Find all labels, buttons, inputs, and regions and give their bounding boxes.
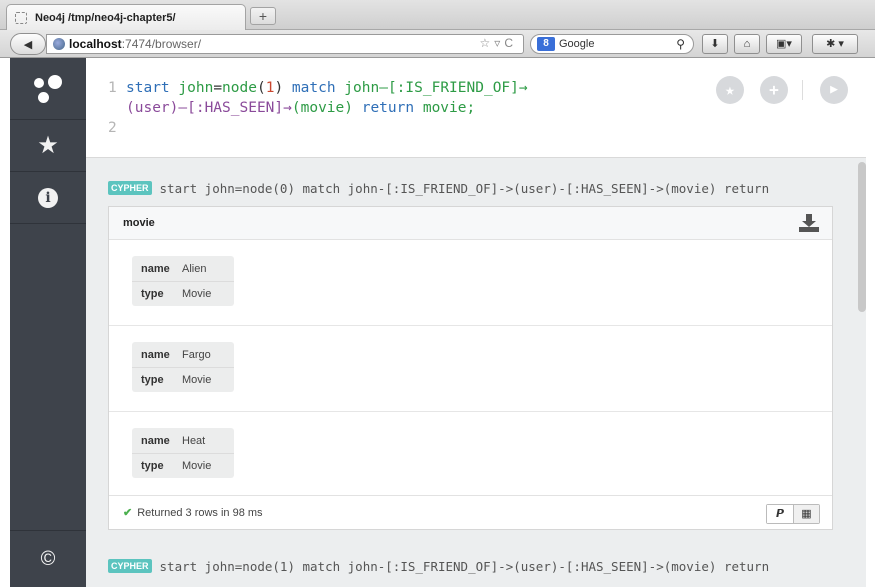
table-row: name Heat type Movie xyxy=(109,412,832,497)
globe-icon xyxy=(53,38,65,50)
browser-tab-bar: Neo4j /tmp/neo4j-chapter5/ + xyxy=(0,0,875,30)
addon-menu-button[interactable]: ✱ ▾ xyxy=(812,34,858,54)
google-icon[interactable]: 8 xyxy=(537,37,555,51)
table-view-icon: ▦ xyxy=(801,508,812,520)
frame-query: start john=node(0) match john-[:IS_FRIEN… xyxy=(159,180,770,196)
text-view-icon: 𝙋 xyxy=(775,508,785,520)
url-path: :7474/browser/ xyxy=(121,37,202,51)
search-bar[interactable]: 8 Google ⚲ xyxy=(530,34,694,54)
home-button[interactable]: ⌂ xyxy=(734,34,760,54)
star-icon: ★ xyxy=(37,132,59,159)
app-sidebar: ★ i © xyxy=(10,58,86,587)
result-header-bar: movie xyxy=(109,207,832,240)
editor-line-1-wrap: (user)–[:HAS_SEEN]→(movie) return movie; xyxy=(126,100,476,116)
add-icon: + xyxy=(769,80,779,99)
check-icon: ✔ xyxy=(123,507,133,519)
result-status-text: Returned 3 rows in 98 ms xyxy=(137,506,263,519)
url-actions: ☆▿C xyxy=(480,36,517,50)
node-properties: name Heat type Movie xyxy=(132,428,234,478)
copyright-icon: © xyxy=(40,547,56,570)
url-host: localhost xyxy=(69,37,122,51)
sidebar-item-about[interactable]: © xyxy=(10,530,86,587)
line-number: 1 xyxy=(108,80,117,96)
result-stream: CYPHER start john=node(0) match john-[:I… xyxy=(86,158,866,587)
back-button[interactable]: ◀ xyxy=(10,33,46,55)
neo4j-logo-icon xyxy=(34,74,62,103)
editor-line-1: 1 start john=node(1) match john–[:IS_FRIE… xyxy=(108,80,528,96)
sidebar-item-favorites[interactable]: ★ xyxy=(10,120,86,172)
table-row: name Fargo type Movie xyxy=(109,326,832,412)
search-engine-label: Google xyxy=(559,38,595,50)
editor-line-2: 2 xyxy=(108,120,126,136)
run-button[interactable]: ▶ xyxy=(820,76,848,104)
editor-divider xyxy=(802,80,803,100)
query-editor[interactable]: 1 start john=node(1) match john–[:IS_FRIE… xyxy=(86,58,866,158)
puzzle-icon: ✱ ▾ xyxy=(826,38,844,50)
result-status-bar: ✔ Returned 3 rows in 98 ms 𝙋 ▦ xyxy=(109,495,832,529)
bookmark-star-icon[interactable]: ☆ xyxy=(480,36,495,50)
table-view-button[interactable]: ▦ xyxy=(793,505,819,523)
dropdown-icon[interactable]: ▿ xyxy=(494,36,504,50)
extension-button[interactable]: ▣▾ xyxy=(766,34,802,54)
stream-scrollbar[interactable] xyxy=(858,162,866,312)
back-arrow-icon: ◀ xyxy=(23,38,33,51)
frame-query: start john=node(1) match john-[:IS_FRIEN… xyxy=(159,558,770,574)
node-properties: name Alien type Movie xyxy=(132,256,234,306)
frame-header-2[interactable]: CYPHER start john=node(1) match john-[:I… xyxy=(108,556,769,576)
magnifier-icon[interactable]: ⚲ xyxy=(676,37,685,51)
reload-icon[interactable]: C xyxy=(504,36,517,50)
browser-nav-bar: ◀ localhost :7474/browser/ ☆▿C 8 Google … xyxy=(0,30,875,58)
tab-title: Neo4j /tmp/neo4j-chapter5/ xyxy=(35,11,176,24)
cypher-badge: CYPHER xyxy=(108,181,152,195)
table-row: name Alien type Movie xyxy=(109,240,832,326)
column-header: movie xyxy=(123,217,155,229)
window-icon: ▣▾ xyxy=(776,38,792,50)
add-button[interactable]: + xyxy=(760,76,788,104)
sidebar-item-info[interactable]: i xyxy=(10,172,86,224)
sidebar-logo[interactable] xyxy=(10,58,86,120)
line-number: 2 xyxy=(108,120,117,136)
tab-favicon-icon xyxy=(15,11,27,24)
node-properties: name Fargo type Movie xyxy=(132,342,234,392)
browser-tab[interactable]: Neo4j /tmp/neo4j-chapter5/ xyxy=(6,4,246,30)
home-icon: ⌂ xyxy=(743,38,751,50)
cypher-badge: CYPHER xyxy=(108,559,152,573)
favorite-button[interactable]: ★ xyxy=(716,76,744,104)
info-icon: i xyxy=(38,187,58,208)
play-icon: ▶ xyxy=(830,82,838,97)
frame-header-1[interactable]: CYPHER start john=node(0) match john-[:I… xyxy=(108,178,769,198)
new-tab-button[interactable]: + xyxy=(250,7,276,25)
favorite-icon: ★ xyxy=(725,80,735,99)
download-arrow-icon: ⬇ xyxy=(710,38,720,50)
result-frame: movie name Alien type Movie name Fargo type… xyxy=(108,206,833,530)
address-bar[interactable]: localhost :7474/browser/ ☆▿C xyxy=(46,34,524,54)
view-toggle: 𝙋 ▦ xyxy=(766,504,820,524)
download-icon[interactable] xyxy=(798,214,820,232)
text-view-button[interactable]: 𝙋 xyxy=(767,505,793,523)
downloads-button[interactable]: ⬇ xyxy=(702,34,728,54)
